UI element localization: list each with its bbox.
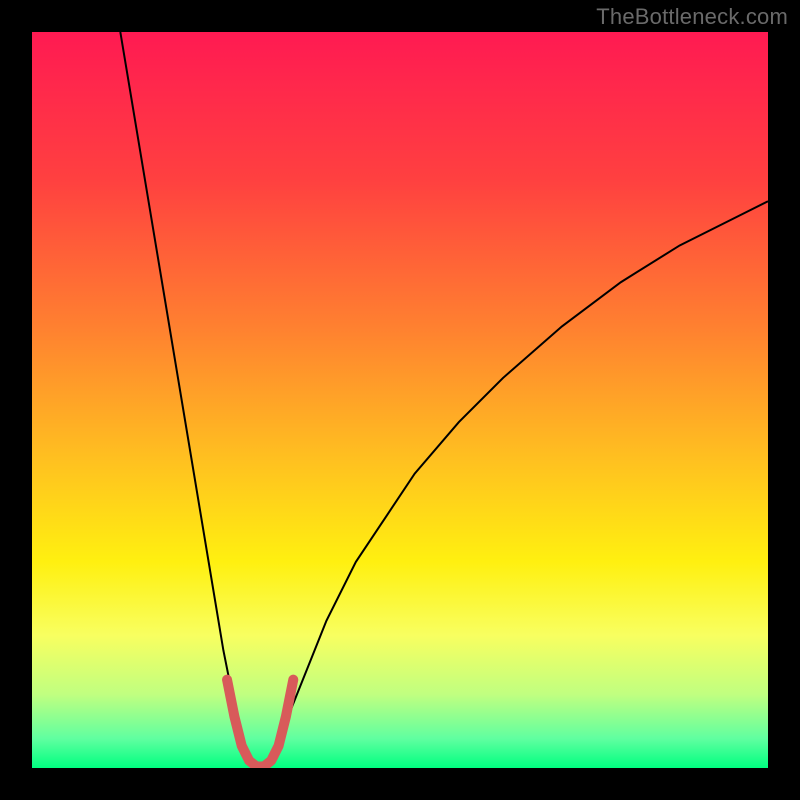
watermark-text: TheBottleneck.com [596,4,788,30]
chart-svg [32,32,768,768]
chart-background [32,32,768,768]
chart-plot-area [32,32,768,768]
chart-frame: TheBottleneck.com [0,0,800,800]
